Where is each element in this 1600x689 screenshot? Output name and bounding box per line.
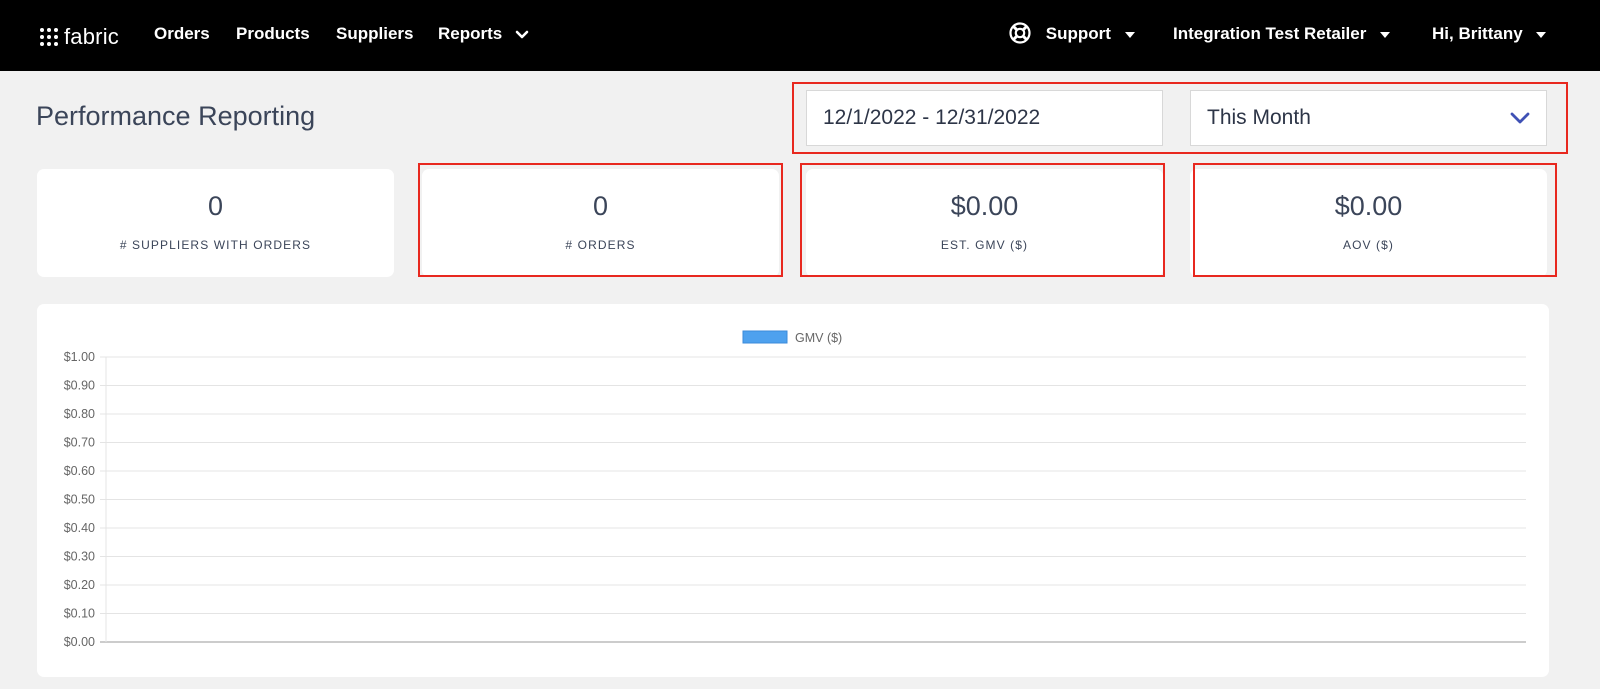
y-tick-label: $0.50	[64, 493, 95, 507]
nav-reports-label: Reports	[438, 24, 503, 43]
y-tick-label: $0.40	[64, 521, 95, 535]
stat-label: # SUPPLIERS WITH ORDERS	[119, 238, 312, 252]
stat-card-suppliers: 0 # SUPPLIERS WITH ORDERS	[37, 169, 394, 277]
y-tick-label: $0.90	[64, 379, 95, 393]
legend-swatch	[742, 330, 788, 344]
life-ring-icon	[1009, 22, 1031, 44]
y-tick-label: $0.30	[64, 550, 95, 564]
fabric-logo[interactable]: fabric	[40, 24, 119, 50]
nav-support-label: Support	[1045, 24, 1111, 43]
date-range-value: 12/1/2022 - 12/31/2022	[823, 106, 1041, 129]
nav-reports[interactable]: Reports	[438, 24, 529, 44]
chevron-down-icon	[515, 30, 529, 38]
y-tick-label: $0.10	[64, 607, 95, 621]
legend-label: GMV ($)	[795, 331, 842, 345]
gmv-chart: $0.00 $0.10 $0.20 $0.30 $0.40 $0.50 $0.60 $0.70…	[64, 330, 1526, 649]
highlight-aov-card	[1193, 163, 1557, 277]
nav-suppliers[interactable]: Suppliers	[336, 24, 413, 44]
nav-products[interactable]: Products	[236, 24, 310, 44]
caret-down-icon	[1380, 31, 1391, 38]
nav-retailer-menu[interactable]: Integration Test Retailer	[1173, 24, 1391, 44]
caret-down-icon	[1124, 31, 1135, 38]
y-tick-label: $0.00	[64, 635, 95, 649]
nav-user-label: Hi, Brittany	[1432, 24, 1523, 43]
y-tick-label: $1.00	[64, 350, 95, 364]
date-range-input[interactable]: 12/1/2022 - 12/31/2022	[806, 90, 1163, 146]
top-nav: fabric Orders Products Suppliers Reports…	[0, 0, 1600, 71]
highlight-gmv-card	[800, 163, 1165, 277]
nav-support[interactable]: Support	[1009, 22, 1135, 44]
caret-down-icon	[1536, 31, 1547, 38]
chevron-down-icon	[1510, 112, 1530, 124]
gmv-chart-panel: $0.00 $0.10 $0.20 $0.30 $0.40 $0.50 $0.60 $0.70…	[37, 304, 1549, 677]
stat-value: 0	[207, 191, 224, 221]
nav-orders[interactable]: Orders	[154, 24, 210, 44]
logo-text: fabric	[64, 24, 119, 49]
y-tick-label: $0.80	[64, 407, 95, 421]
y-tick-label: $0.60	[64, 464, 95, 478]
nav-retailer-label: Integration Test Retailer	[1173, 24, 1367, 43]
logo-dots-icon	[40, 28, 58, 46]
period-select[interactable]: This Month	[1190, 90, 1547, 146]
page-title: Performance Reporting	[36, 101, 316, 131]
highlight-orders-card	[418, 163, 783, 277]
y-tick-label: $0.70	[64, 436, 95, 450]
period-select-value: This Month	[1207, 106, 1311, 129]
y-tick-label: $0.20	[64, 578, 95, 592]
nav-user-menu[interactable]: Hi, Brittany	[1432, 24, 1547, 44]
